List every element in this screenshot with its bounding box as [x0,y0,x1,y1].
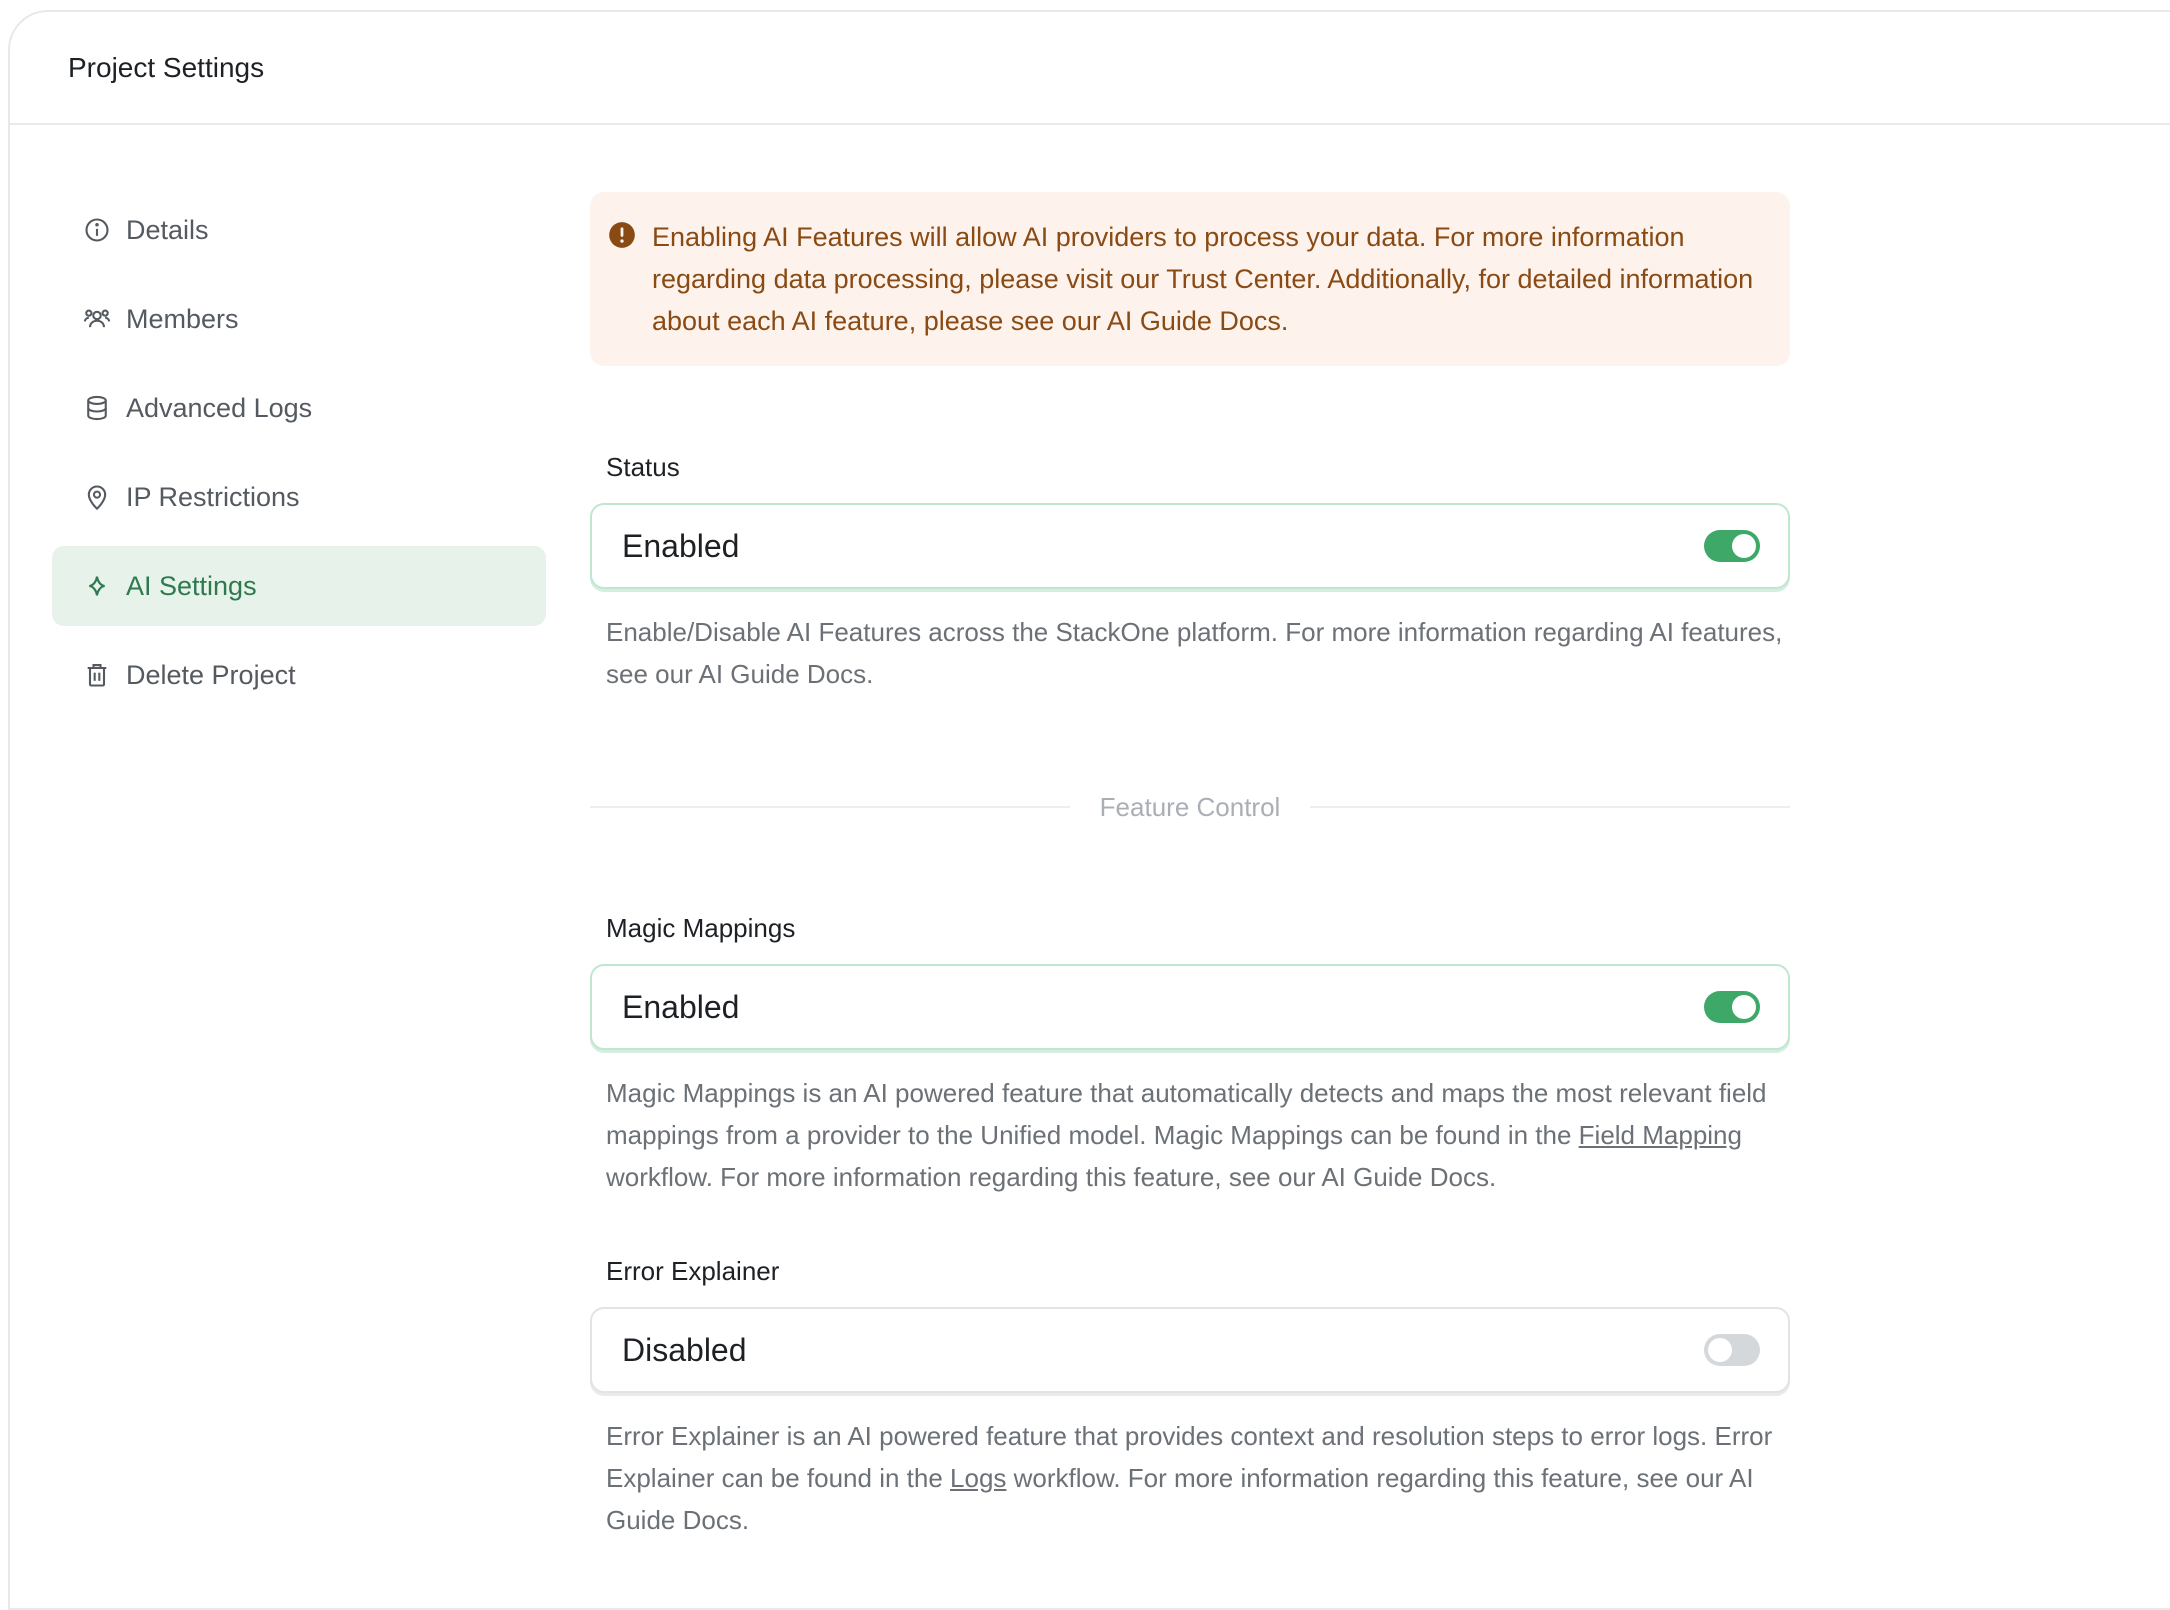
sidebar-item-label: IP Restrictions [126,481,300,512]
sidebar-item-ip-restrictions[interactable]: IP Restrictions [52,457,546,537]
field-mapping-link[interactable]: Field Mapping [1579,1120,1742,1150]
page-title: Project Settings [68,52,265,83]
status-label: Status [606,452,680,482]
sidebar-item-details[interactable]: Details [52,190,546,270]
sidebar-item-ai-settings[interactable]: AI Settings [52,546,546,626]
magic-mappings-section: Magic Mappings Enabled Magic Mappings is… [590,913,1790,1198]
sidebar-item-label: AI Settings [126,570,257,601]
error-explainer-switch[interactable] [1704,1334,1760,1366]
magic-mappings-value: Enabled [622,988,740,1025]
sidebar-item-delete-project[interactable]: Delete Project [52,635,546,715]
ai-settings-content: Enabling AI Features will allow AI provi… [590,192,1790,1541]
users-icon [82,304,112,334]
logs-link[interactable]: Logs [950,1463,1006,1493]
divider-line [1310,806,1790,808]
error-explainer-toggle-field[interactable]: Disabled [590,1307,1790,1393]
feature-control-divider: Feature Control [590,787,1790,827]
sidebar-item-label: Advanced Logs [126,392,313,423]
status-help-text: Enable/Disable AI Features across the St… [606,617,1783,689]
database-icon [82,393,112,423]
error-explainer-value: Disabled [622,1331,747,1368]
switch-knob [1708,1338,1732,1362]
magic-mappings-help-text: Magic Mappings is an AI powered feature … [606,1072,1786,1198]
switch-knob [1732,534,1756,558]
map-pin-icon [82,482,112,512]
status-value: Enabled [622,527,740,564]
info-icon [82,215,112,245]
sidebar-item-advanced-logs[interactable]: Advanced Logs [52,368,546,448]
status-toggle-field[interactable]: Enabled [590,503,1790,589]
sparkle-icon [82,571,112,601]
app-frame: Project Settings Details Members Advance… [0,0,2170,1610]
sidebar-item-label: Delete Project [126,659,296,690]
sidebar-item-label: Members [126,303,239,334]
magic-mappings-switch[interactable] [1704,991,1760,1023]
divider-line [590,806,1070,808]
magic-mappings-label: Magic Mappings [606,913,796,943]
sidebar-item-members[interactable]: Members [52,279,546,359]
status-section: Status Enabled Enable/Disable AI Feature… [590,452,1790,695]
alert-circle-icon [608,219,636,248]
feature-control-label: Feature Control [1099,791,1281,822]
error-explainer-section: Error Explainer Disabled Error Explainer… [590,1256,1790,1541]
error-explainer-help-text: Error Explainer is an AI powered feature… [606,1415,1786,1541]
ai-data-warning-alert: Enabling AI Features will allow AI provi… [590,192,1790,366]
help-text-part: workflow. For more information regarding… [606,1162,1497,1192]
trash-icon [82,660,112,690]
magic-mappings-toggle-field[interactable]: Enabled [590,964,1790,1050]
sidebar-item-label: Details [126,214,209,245]
error-explainer-label: Error Explainer [606,1256,780,1286]
settings-sidebar: Details Members Advanced Logs IP Restric… [52,190,546,724]
switch-knob [1732,995,1756,1019]
page-header: Project Settings [10,12,2170,125]
alert-text: Enabling AI Features will allow AI provi… [652,222,1754,336]
status-switch[interactable] [1704,530,1760,562]
